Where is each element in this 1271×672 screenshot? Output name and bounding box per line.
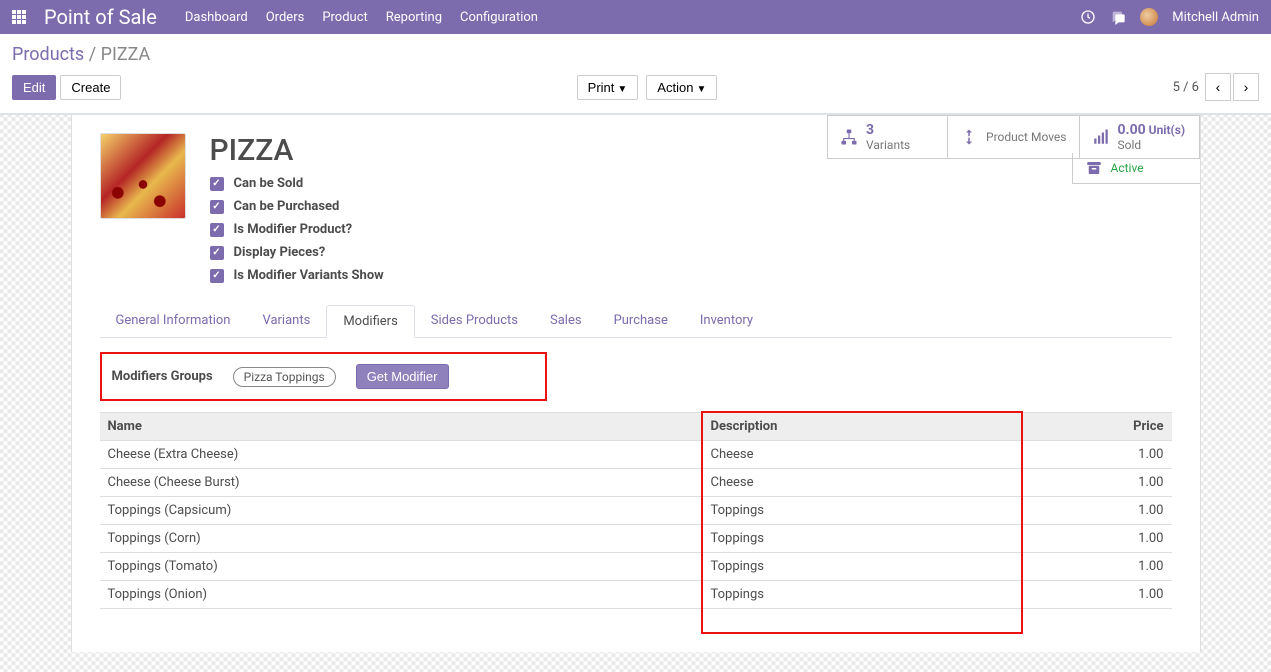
nav-item-dashboard[interactable]: Dashboard xyxy=(185,10,248,25)
tab-inventory[interactable]: Inventory xyxy=(684,305,769,337)
action-dropdown[interactable]: Action▼ xyxy=(646,75,717,100)
stat-variants[interactable]: 3Variants xyxy=(828,116,948,158)
product-name: PIZZA xyxy=(210,133,384,168)
variants-label: Variants xyxy=(866,138,910,152)
cell-desc: Toppings xyxy=(702,553,1022,581)
cell-desc: Toppings xyxy=(702,525,1022,553)
print-dropdown[interactable]: Print▼ xyxy=(577,75,639,100)
table-row[interactable]: Toppings (Corn) Toppings 1.00 xyxy=(100,525,1172,553)
cell-desc: Cheese xyxy=(702,469,1022,497)
archive-icon xyxy=(1085,159,1103,177)
check-variants-show: Is Modifier Variants Show xyxy=(234,268,384,283)
cell-desc: Cheese xyxy=(702,441,1022,469)
bars-icon xyxy=(1092,128,1110,146)
nav-menu: Dashboard Orders Product Reporting Confi… xyxy=(185,10,538,25)
cell-price: 1.00 xyxy=(1022,525,1172,553)
sold-unit: Unit(s) xyxy=(1149,123,1185,137)
nav-item-product[interactable]: Product xyxy=(322,10,367,25)
sitemap-icon xyxy=(840,128,858,146)
table-row[interactable]: Cheese (Cheese Burst) Cheese 1.00 xyxy=(100,469,1172,497)
breadcrumb: Products / PIZZA xyxy=(12,44,1259,65)
modifiers-groups-label: Modifiers Groups xyxy=(112,369,213,384)
cell-name: Toppings (Corn) xyxy=(100,525,702,553)
nav-item-configuration[interactable]: Configuration xyxy=(460,10,538,25)
app-brand[interactable]: Point of Sale xyxy=(44,5,157,29)
product-image[interactable] xyxy=(100,133,186,219)
checkbox-icon[interactable]: ✓ xyxy=(210,223,224,237)
modifiers-section: Modifiers Groups Pizza Toppings Get Modi… xyxy=(100,352,1172,634)
nav-item-orders[interactable]: Orders xyxy=(266,10,305,25)
arrows-icon xyxy=(960,128,978,146)
active-label: Active xyxy=(1111,161,1144,175)
top-navbar: Point of Sale Dashboard Orders Product R… xyxy=(0,0,1271,34)
col-description[interactable]: Description xyxy=(702,412,1022,441)
pager-prev[interactable]: ‹ xyxy=(1205,73,1231,101)
checkbox-icon[interactable]: ✓ xyxy=(210,246,224,260)
form-background: 3Variants Product Moves 0.00 Unit(s)Sold… xyxy=(0,114,1271,672)
pager-text: 5 / 6 xyxy=(1173,80,1199,95)
checkbox-icon[interactable]: ✓ xyxy=(210,269,224,283)
modifiers-table: Name Description Price Cheese (Extra Che… xyxy=(100,411,1172,634)
pager-next[interactable]: › xyxy=(1233,73,1259,101)
breadcrumb-parent[interactable]: Products xyxy=(12,44,84,65)
sold-label: Sold xyxy=(1118,138,1186,152)
stat-active[interactable]: Active xyxy=(1072,153,1200,184)
cell-name: Cheese (Cheese Burst) xyxy=(100,469,702,497)
check-sold: Can be Sold xyxy=(234,176,304,191)
table-row[interactable]: Cheese (Extra Cheese) Cheese 1.00 xyxy=(100,441,1172,469)
cell-name: Cheese (Extra Cheese) xyxy=(100,441,702,469)
user-name[interactable]: Mitchell Admin xyxy=(1172,10,1259,25)
breadcrumb-current: PIZZA xyxy=(101,44,151,65)
modifiers-groups-row: Modifiers Groups Pizza Toppings Get Modi… xyxy=(100,352,547,401)
tab-sales[interactable]: Sales xyxy=(534,305,598,337)
table-row[interactable]: Toppings (Onion) Toppings 1.00 xyxy=(100,581,1172,609)
cell-name: Toppings (Capsicum) xyxy=(100,497,702,525)
cell-price: 1.00 xyxy=(1022,581,1172,609)
tab-variants[interactable]: Variants xyxy=(246,305,326,337)
control-panel: Products / PIZZA Edit Create Print▼ Acti… xyxy=(0,34,1271,114)
cell-price: 1.00 xyxy=(1022,497,1172,525)
cell-name: Toppings (Onion) xyxy=(100,581,702,609)
cell-price: 1.00 xyxy=(1022,441,1172,469)
check-pieces: Display Pieces? xyxy=(234,245,326,260)
apps-icon[interactable] xyxy=(12,10,26,24)
stat-moves[interactable]: Product Moves xyxy=(948,116,1079,158)
cell-price: 1.00 xyxy=(1022,553,1172,581)
modifier-tag[interactable]: Pizza Toppings xyxy=(233,367,336,387)
clock-icon[interactable] xyxy=(1080,9,1096,25)
check-modifier: Is Modifier Product? xyxy=(234,222,353,237)
col-price[interactable]: Price xyxy=(1022,412,1172,441)
cell-desc: Toppings xyxy=(702,497,1022,525)
moves-label: Product Moves xyxy=(986,130,1066,144)
tab-general-information[interactable]: General Information xyxy=(100,305,247,337)
variants-count: 3 xyxy=(866,122,910,138)
table-row[interactable]: Toppings (Tomato) Toppings 1.00 xyxy=(100,553,1172,581)
product-checkboxes: ✓ Can be Sold ✓ Can be Purchased ✓ Is Modif… xyxy=(210,176,384,283)
tab-sides-products[interactable]: Sides Products xyxy=(415,305,534,337)
col-name[interactable]: Name xyxy=(100,412,702,441)
table-row[interactable]: Toppings (Capsicum) Toppings 1.00 xyxy=(100,497,1172,525)
sold-count: 0.00 xyxy=(1118,122,1146,138)
tab-modifiers[interactable]: Modifiers xyxy=(326,305,414,338)
cell-desc: Toppings xyxy=(702,581,1022,609)
nav-item-reporting[interactable]: Reporting xyxy=(386,10,442,25)
avatar[interactable] xyxy=(1140,8,1158,26)
check-purchased: Can be Purchased xyxy=(234,199,340,214)
checkbox-icon[interactable]: ✓ xyxy=(210,177,224,191)
create-button[interactable]: Create xyxy=(60,75,121,100)
tabs: General InformationVariantsModifiersSide… xyxy=(100,305,1172,338)
form-sheet: 3Variants Product Moves 0.00 Unit(s)Sold… xyxy=(71,115,1201,652)
cell-price: 1.00 xyxy=(1022,469,1172,497)
edit-button[interactable]: Edit xyxy=(12,75,56,100)
checkbox-icon[interactable]: ✓ xyxy=(210,200,224,214)
tab-purchase[interactable]: Purchase xyxy=(598,305,684,337)
chat-icon[interactable] xyxy=(1110,9,1126,25)
get-modifier-button[interactable]: Get Modifier xyxy=(356,364,449,389)
cell-name: Toppings (Tomato) xyxy=(100,553,702,581)
stat-sold[interactable]: 0.00 Unit(s)Sold xyxy=(1080,116,1200,158)
